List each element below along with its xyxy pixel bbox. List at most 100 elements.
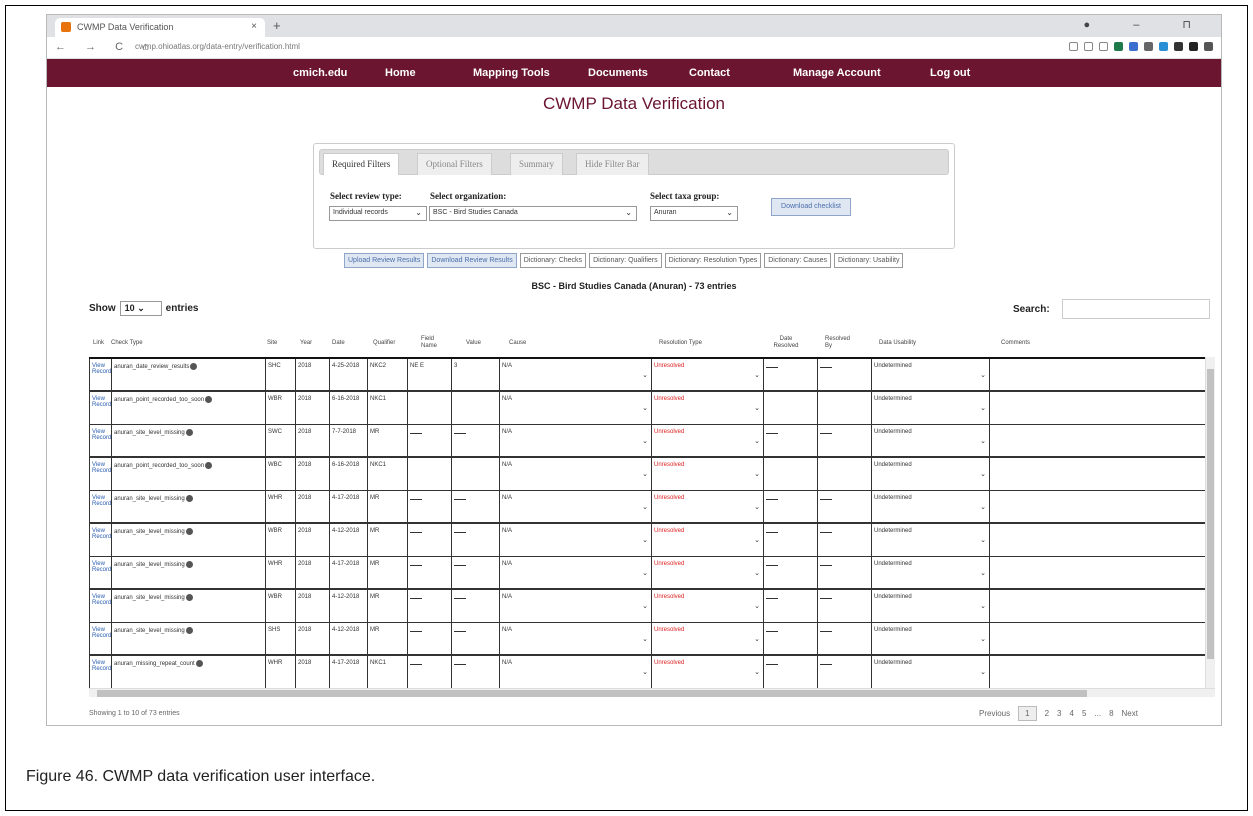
nav-contact[interactable]: Contact xyxy=(689,67,793,79)
resolution-type-select[interactable]: Unresolved ⌄ xyxy=(651,425,763,456)
th-site[interactable]: Site xyxy=(267,328,277,358)
resolution-type-select[interactable]: Unresolved ⌄ xyxy=(651,458,763,490)
search-input[interactable] xyxy=(1062,299,1210,319)
data-usability-select[interactable]: Undetermined ⌄ xyxy=(871,557,989,588)
th-date-resolved[interactable]: Date Resolved xyxy=(771,328,801,358)
extension-dark-icon[interactable] xyxy=(1189,42,1198,51)
view-record-link[interactable]: View Record xyxy=(89,392,111,424)
data-usability-select[interactable]: Undetermined ⌄ xyxy=(871,392,989,424)
entries-length-select[interactable]: 10 ⌄ xyxy=(119,301,162,316)
data-usability-select[interactable]: Undetermined ⌄ xyxy=(871,590,989,622)
url-text[interactable]: cwmp.ohioatlas.org/data-entry/verificati… xyxy=(135,42,300,51)
new-tab-icon[interactable]: + xyxy=(273,18,281,33)
nav-documents[interactable]: Documents xyxy=(588,67,689,79)
resolution-type-select[interactable]: Unresolved ⌄ xyxy=(651,491,763,522)
view-record-link[interactable]: View Record xyxy=(89,359,111,390)
info-icon[interactable] xyxy=(195,660,203,667)
extension-green-icon[interactable] xyxy=(1114,42,1123,51)
close-tab-icon[interactable]: × xyxy=(251,21,257,32)
data-usability-select[interactable]: Undetermined ⌄ xyxy=(871,524,989,556)
info-icon[interactable] xyxy=(185,528,193,535)
resolution-type-select[interactable]: Unresolved ⌄ xyxy=(651,590,763,622)
resolution-type-select[interactable]: Unresolved ⌄ xyxy=(651,623,763,654)
resolution-type-select[interactable]: Unresolved ⌄ xyxy=(651,656,763,688)
dictionary-causes-button[interactable]: Dictionary: Causes xyxy=(764,253,831,268)
page-3-button[interactable]: 3 xyxy=(1057,709,1061,718)
comments-input[interactable] xyxy=(989,491,1205,522)
info-icon[interactable] xyxy=(185,627,193,634)
comments-input[interactable] xyxy=(989,425,1205,456)
comments-input[interactable] xyxy=(989,392,1205,424)
data-usability-select[interactable]: Undetermined ⌄ xyxy=(871,623,989,654)
bookmark-icon[interactable] xyxy=(1084,42,1093,51)
comments-input[interactable] xyxy=(989,590,1205,622)
data-usability-select[interactable]: Undetermined ⌄ xyxy=(871,359,989,390)
extension-blue-icon[interactable] xyxy=(1129,42,1138,51)
page-1-button[interactable]: 1 xyxy=(1018,706,1037,721)
info-icon[interactable] xyxy=(205,396,213,403)
view-record-link[interactable]: View Record xyxy=(89,524,111,556)
th-link[interactable]: Link xyxy=(93,328,104,358)
comments-input[interactable] xyxy=(989,656,1205,688)
comments-input[interactable] xyxy=(989,623,1205,654)
resolution-type-select[interactable]: Unresolved ⌄ xyxy=(651,392,763,424)
info-icon[interactable] xyxy=(185,561,193,568)
view-record-link[interactable]: View Record xyxy=(89,425,111,456)
extension-multi-icon[interactable] xyxy=(1159,42,1168,51)
download-checklist-button[interactable]: Download checklist xyxy=(771,198,851,216)
star-icon[interactable] xyxy=(1099,42,1108,51)
window-controls[interactable]: ● – ⊓ xyxy=(1084,18,1211,31)
comments-input[interactable] xyxy=(989,359,1205,390)
dictionary-resolution-types-button[interactable]: Dictionary: Resolution Types xyxy=(664,253,762,268)
dictionary-checks-button[interactable]: Dictionary: Checks xyxy=(519,253,587,268)
cause-select[interactable]: N/A ⌄ xyxy=(499,590,651,622)
th-resolved-by[interactable]: Resolved By xyxy=(825,328,853,358)
cause-select[interactable]: N/A ⌄ xyxy=(499,656,651,688)
dictionary-usability-button[interactable]: Dictionary: Usability xyxy=(833,253,904,268)
view-record-link[interactable]: View Record xyxy=(89,557,111,588)
th-value[interactable]: Value xyxy=(466,328,481,358)
info-icon[interactable] xyxy=(185,495,193,502)
data-usability-select[interactable]: Undetermined ⌄ xyxy=(871,491,989,522)
upload-review-results-button[interactable]: Upload Review Results xyxy=(344,253,425,268)
comments-input[interactable] xyxy=(989,524,1205,556)
browser-tab[interactable]: CWMP Data Verification × xyxy=(55,18,265,37)
cause-select[interactable]: N/A ⌄ xyxy=(499,623,651,654)
th-cause[interactable]: Cause xyxy=(509,328,526,358)
info-icon[interactable] xyxy=(185,594,193,601)
view-record-link[interactable]: View Record xyxy=(89,623,111,654)
th-resolution-type[interactable]: Resolution Type xyxy=(659,328,702,358)
info-icon[interactable] xyxy=(205,462,213,469)
view-record-link[interactable]: View Record xyxy=(89,590,111,622)
vertical-scrollbar[interactable] xyxy=(1205,357,1215,688)
cause-select[interactable]: N/A ⌄ xyxy=(499,425,651,456)
cause-select[interactable]: N/A ⌄ xyxy=(499,491,651,522)
organization-select[interactable]: BSC - Bird Studies Canada ⌄ xyxy=(429,206,637,221)
th-comments[interactable]: Comments xyxy=(1001,328,1030,358)
next-button[interactable]: Next xyxy=(1122,709,1138,718)
nav-mapping-tools[interactable]: Mapping Tools xyxy=(473,67,588,79)
dictionary-qualifiers-button[interactable]: Dictionary: Qualifiers xyxy=(589,253,662,268)
tab-summary[interactable]: Summary xyxy=(510,153,563,175)
puzzle-icon[interactable] xyxy=(1204,42,1213,51)
extension-grid-icon[interactable] xyxy=(1174,42,1183,51)
extension-gray-icon[interactable] xyxy=(1144,42,1153,51)
cause-select[interactable]: N/A ⌄ xyxy=(499,557,651,588)
page-5-button[interactable]: 5 xyxy=(1082,709,1086,718)
nav-cmich[interactable]: cmich.edu xyxy=(293,67,385,79)
data-usability-select[interactable]: Undetermined ⌄ xyxy=(871,458,989,490)
view-record-link[interactable]: View Record xyxy=(89,491,111,522)
cause-select[interactable]: N/A ⌄ xyxy=(499,458,651,490)
th-qualifier[interactable]: Qualifier xyxy=(373,328,395,358)
previous-button[interactable]: Previous xyxy=(979,709,1010,718)
th-data-usability[interactable]: Data Usability xyxy=(879,328,916,358)
view-record-link[interactable]: View Record xyxy=(89,458,111,490)
page-2-button[interactable]: 2 xyxy=(1045,709,1049,718)
th-check-type[interactable]: Check Type xyxy=(111,328,143,358)
page-8-button[interactable]: 8 xyxy=(1109,709,1113,718)
cause-select[interactable]: N/A ⌄ xyxy=(499,392,651,424)
comments-input[interactable] xyxy=(989,458,1205,490)
horizontal-scrollbar[interactable] xyxy=(89,688,1215,697)
nav-log-out[interactable]: Log out xyxy=(930,67,990,79)
info-icon[interactable] xyxy=(185,429,193,436)
